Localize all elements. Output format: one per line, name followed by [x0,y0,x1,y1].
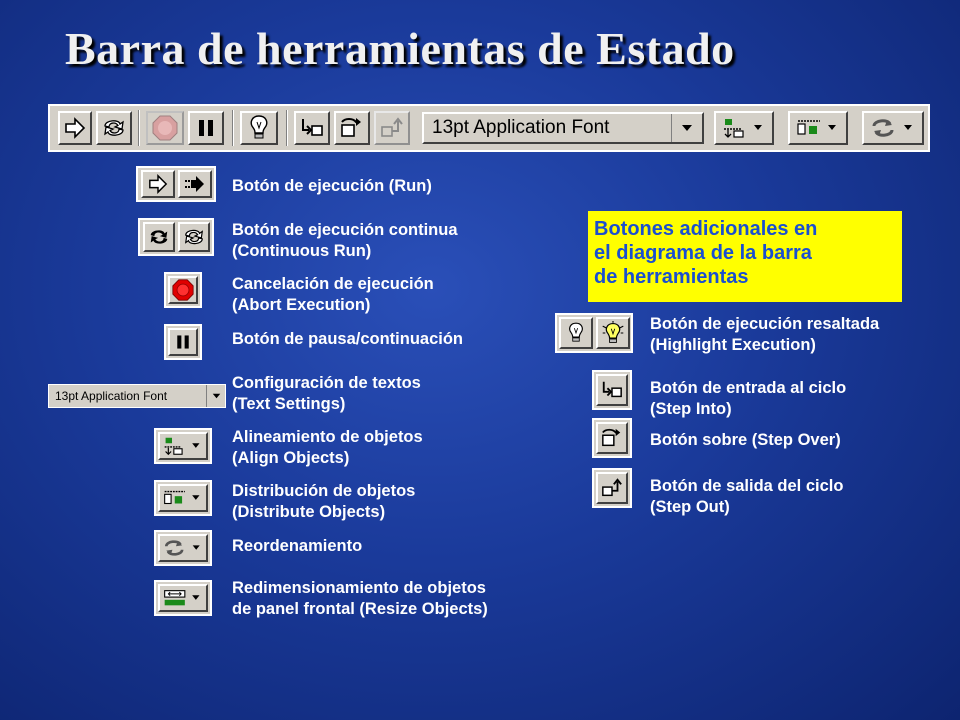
label-abort: Cancelación de ejecución (Abort Execution… [232,275,434,314]
abort-icon [172,279,194,301]
distribute-objects-icon [797,120,836,135]
step-into-sample [592,370,632,410]
distribute-objects-button[interactable] [788,111,848,145]
label-step-over: Botón sobre (Step Over) [650,431,841,449]
distribute-objects-button[interactable] [158,484,208,512]
status-toolbar: 13pt Application Font [48,104,930,152]
label-continuous-run: Botón de ejecución continua (Continuous R… [232,221,458,260]
run-continuously-icon [104,120,124,136]
align-objects-button[interactable] [714,111,774,145]
step-out-button[interactable] [374,111,410,145]
text-settings-dropdown[interactable]: 13pt Application Font [422,112,704,144]
pause-button[interactable] [168,328,198,356]
step-into-button[interactable] [596,374,628,406]
label-align: Alineamiento de objetos (Align Objects) [232,428,423,467]
distribute-objects-icon [164,490,200,505]
abort-execution-button[interactable] [168,276,198,304]
resize-sample [154,580,212,616]
run-running-icon [184,176,204,192]
reorder-icon [872,119,912,137]
reorder-icon [164,540,200,556]
reorder-sample [154,530,212,566]
chevron-down-icon [206,385,225,407]
run-continuously-button[interactable] [177,222,210,252]
label-run: Botón de ejecución (Run) [232,177,432,195]
step-over-icon [602,428,621,447]
pause-sample [164,324,202,360]
pause-icon [177,335,189,349]
run-icon [65,117,86,139]
continuous-run-samples [138,218,214,256]
page-title: Barra de herramientas de Estado [65,23,735,74]
run-broken-button[interactable] [177,170,212,198]
run-button[interactable] [58,111,92,145]
step-over-button[interactable] [334,111,370,145]
align-objects-button[interactable] [158,432,208,460]
step-out-sample [592,468,632,508]
chevron-down-icon [671,114,702,142]
label-distribute: Distribución de objetos (Distribute Objec… [232,482,416,521]
text-settings-dropdown[interactable]: 13pt Application Font [48,384,226,408]
label-step-into: Botón de entrada al ciclo (Step Into) [650,379,847,418]
resize-objects-button[interactable] [158,584,208,612]
step-out-icon [381,117,403,137]
text-settings-value: 13pt Application Font [432,117,610,138]
step-into-icon [302,119,323,136]
additional-buttons-note: Botones adicionales en el diagrama de la… [588,211,902,302]
step-over-button[interactable] [596,422,628,454]
step-out-button[interactable] [596,472,628,504]
run-button[interactable] [140,170,175,198]
reorder-button[interactable] [862,111,924,145]
step-out-icon [602,478,622,497]
abort-icon [152,115,178,141]
highlight-execution-button[interactable] [240,111,278,145]
pause-button[interactable] [188,111,224,145]
label-reorder: Reordenamiento [232,537,363,555]
label-step-out: Botón de salida del ciclo (Step Out) [650,477,844,516]
align-sample [154,428,212,464]
highlight-samples [555,313,633,353]
text-settings-value: 13pt Application Font [55,389,168,403]
run-button-samples [136,166,216,202]
align-objects-icon [724,119,762,138]
label-text-settings: Configuración de textos (Text Settings) [232,374,421,413]
highlight-execution-on-icon [601,321,624,343]
label-resize: Redimensionamiento de objetos de panel fr… [232,579,488,618]
step-over-icon [341,118,361,137]
run-continuously-icon [184,229,203,245]
highlight-execution-off-button[interactable] [558,317,593,349]
abort-sample [164,272,202,308]
step-into-icon [602,381,622,398]
align-objects-icon [164,437,200,456]
run-continuously-button[interactable] [96,111,132,145]
highlight-execution-on-button[interactable] [595,317,630,349]
highlight-execution-icon [250,115,268,139]
distribute-sample [154,480,212,516]
resize-objects-icon [164,590,200,606]
label-highlight: Botón de ejecución resaltada (Highlight E… [650,315,880,354]
run-icon [148,174,167,194]
pause-icon [199,120,213,136]
run-continuously-icon [150,230,167,244]
reorder-button[interactable] [158,534,208,562]
abort-execution-button[interactable] [146,111,184,145]
highlight-execution-icon [568,322,583,342]
run-continuously-active-button[interactable] [142,222,175,252]
step-over-sample [592,418,632,458]
step-into-button[interactable] [294,111,330,145]
label-pause: Botón de pausa/continuación [232,330,464,348]
